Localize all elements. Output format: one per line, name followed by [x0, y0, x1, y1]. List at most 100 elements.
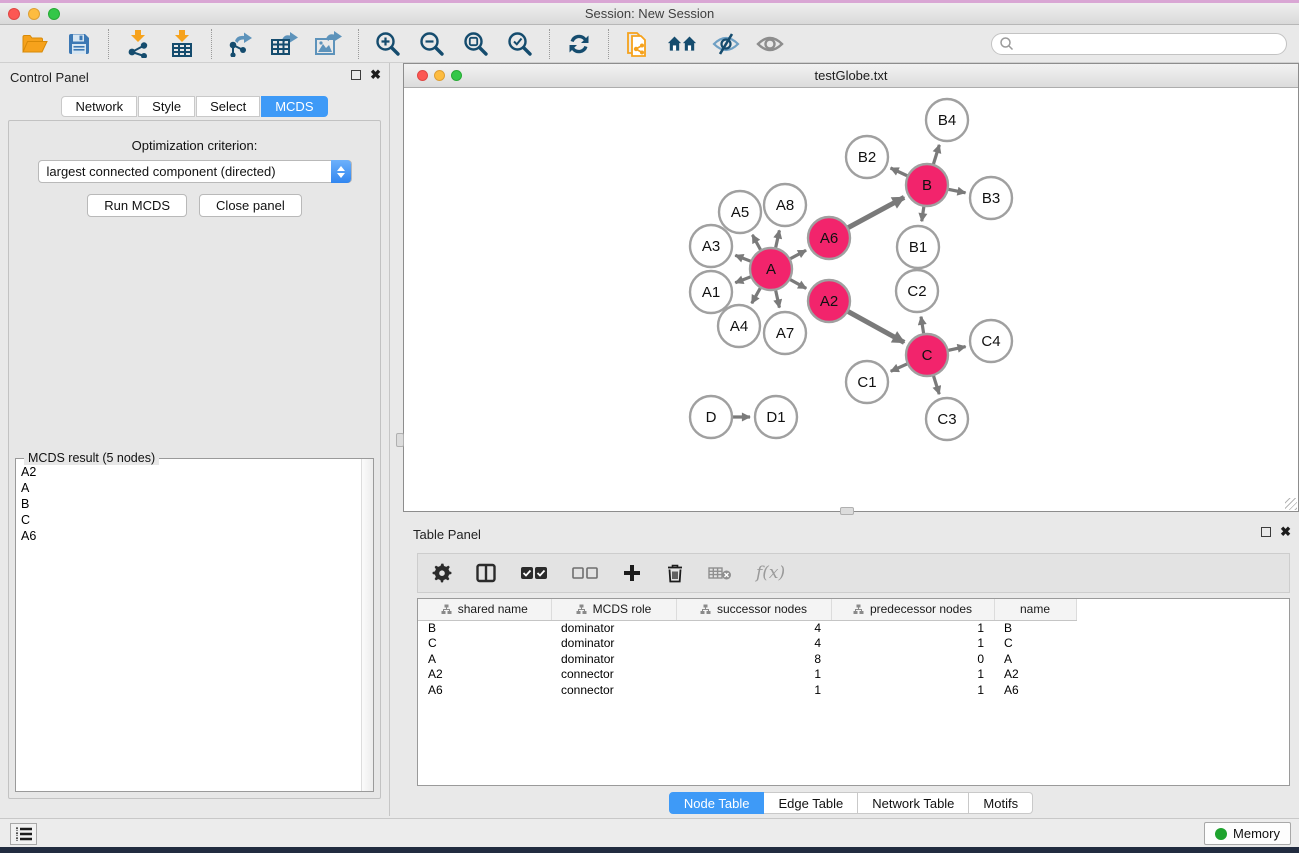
zoom-in-icon[interactable]: [373, 29, 403, 59]
memory-button[interactable]: Memory: [1204, 822, 1291, 845]
zoom-out-icon[interactable]: [417, 29, 447, 59]
optimization-criterion-select[interactable]: largest connected component (directed): [38, 160, 352, 183]
horizontal-splitter-handle[interactable]: [840, 507, 854, 515]
network-canvas[interactable]: B4B2BB3A8A5A6A3B1AA1C2A2A4A7C4CC1C3DD1: [404, 88, 1298, 511]
column-header-predecessor-nodes[interactable]: predecessor nodes: [831, 599, 994, 620]
show-all-icon[interactable]: [755, 29, 785, 59]
cell-predecessor-nodes[interactable]: 1: [831, 620, 994, 636]
tab-node-table[interactable]: Node Table: [669, 792, 765, 814]
node-B[interactable]: B: [906, 164, 948, 206]
cell-successor-nodes[interactable]: 1: [676, 667, 831, 683]
cell-predecessor-nodes[interactable]: 1: [831, 682, 994, 698]
table-row[interactable]: A6connector11A6: [418, 682, 1096, 698]
window-resize-handle[interactable]: [1285, 498, 1297, 510]
cell-predecessor-nodes[interactable]: 1: [831, 667, 994, 683]
cell-MCDS-role[interactable]: dominator: [551, 651, 676, 667]
cell-predecessor-nodes[interactable]: 1: [831, 636, 994, 652]
zoom-fit-icon[interactable]: [461, 29, 491, 59]
table-row[interactable]: Bdominator41B: [418, 620, 1096, 636]
column-header-shared-name[interactable]: shared name: [418, 599, 551, 620]
node-A4[interactable]: A4: [718, 305, 760, 347]
node-table[interactable]: shared nameMCDS rolesuccessor nodesprede…: [417, 598, 1290, 786]
tab-style[interactable]: Style: [138, 96, 195, 117]
select-all-icon[interactable]: [520, 566, 548, 580]
tab-motifs[interactable]: Motifs: [969, 792, 1033, 814]
export-network-icon[interactable]: [226, 29, 256, 59]
cell-shared-name[interactable]: A2: [418, 667, 551, 683]
node-C2[interactable]: C2: [896, 270, 938, 312]
node-A1[interactable]: A1: [690, 271, 732, 313]
delete-icon[interactable]: [666, 563, 684, 583]
table-row[interactable]: Cdominator41C: [418, 636, 1096, 652]
cell-predecessor-nodes[interactable]: 0: [831, 651, 994, 667]
node-C[interactable]: C: [906, 334, 948, 376]
tab-network[interactable]: Network: [61, 96, 137, 117]
mcds-result-item[interactable]: B: [21, 496, 360, 512]
node-A2[interactable]: A2: [808, 280, 850, 322]
node-D[interactable]: D: [690, 396, 732, 438]
task-history-button[interactable]: [10, 823, 37, 845]
cell-MCDS-role[interactable]: dominator: [551, 636, 676, 652]
tab-network-table[interactable]: Network Table: [858, 792, 969, 814]
mcds-result-item[interactable]: A: [21, 480, 360, 496]
cell-successor-nodes[interactable]: 4: [676, 636, 831, 652]
node-B3[interactable]: B3: [970, 177, 1012, 219]
cell-successor-nodes[interactable]: 8: [676, 651, 831, 667]
export-image-icon[interactable]: [314, 29, 344, 59]
cell-shared-name[interactable]: A: [418, 651, 551, 667]
column-layout-icon[interactable]: [476, 563, 496, 583]
search-input[interactable]: [991, 33, 1287, 55]
cell-name[interactable]: B: [994, 620, 1076, 636]
close-panel-button[interactable]: Close panel: [199, 194, 302, 217]
cell-name[interactable]: A6: [994, 682, 1076, 698]
import-table-icon[interactable]: [167, 29, 197, 59]
table-row[interactable]: A2connector11A2: [418, 667, 1096, 683]
float-table-panel-icon[interactable]: [1261, 527, 1271, 537]
mcds-result-item[interactable]: A2: [21, 464, 360, 480]
node-C4[interactable]: C4: [970, 320, 1012, 362]
node-A6[interactable]: A6: [808, 217, 850, 259]
tab-edge-table[interactable]: Edge Table: [764, 792, 858, 814]
column-header-name[interactable]: name: [994, 599, 1076, 620]
cell-successor-nodes[interactable]: 1: [676, 682, 831, 698]
hide-selected-icon[interactable]: [711, 29, 741, 59]
first-neighbors-icon[interactable]: [667, 29, 697, 59]
save-session-icon[interactable]: [64, 29, 94, 59]
node-D1[interactable]: D1: [755, 396, 797, 438]
cell-name[interactable]: C: [994, 636, 1076, 652]
cell-name[interactable]: A: [994, 651, 1076, 667]
cell-MCDS-role[interactable]: connector: [551, 682, 676, 698]
node-A5[interactable]: A5: [719, 191, 761, 233]
cell-shared-name[interactable]: A6: [418, 682, 551, 698]
run-mcds-button[interactable]: Run MCDS: [87, 194, 187, 217]
node-B1[interactable]: B1: [897, 226, 939, 268]
mcds-result-item[interactable]: C: [21, 512, 360, 528]
node-A3[interactable]: A3: [690, 225, 732, 267]
function-builder-icon[interactable]: f(x): [756, 563, 785, 583]
open-file-icon[interactable]: [20, 29, 50, 59]
node-A8[interactable]: A8: [764, 184, 806, 226]
close-panel-icon[interactable]: ✖: [370, 70, 381, 80]
cell-shared-name[interactable]: B: [418, 620, 551, 636]
close-table-panel-icon[interactable]: ✖: [1280, 527, 1291, 537]
export-table-icon[interactable]: [270, 29, 300, 59]
cell-MCDS-role[interactable]: connector: [551, 667, 676, 683]
table-row[interactable]: Adominator80A: [418, 651, 1096, 667]
tab-mcds[interactable]: MCDS: [261, 96, 327, 117]
network-window-titlebar[interactable]: testGlobe.txt: [404, 64, 1298, 88]
cell-name[interactable]: A2: [994, 667, 1076, 683]
cell-MCDS-role[interactable]: dominator: [551, 620, 676, 636]
column-header-successor-nodes[interactable]: successor nodes: [676, 599, 831, 620]
node-C1[interactable]: C1: [846, 361, 888, 403]
mcds-result-item[interactable]: A6: [21, 528, 360, 544]
node-A7[interactable]: A7: [764, 312, 806, 354]
deselect-all-icon[interactable]: [572, 567, 598, 579]
column-header-MCDS-role[interactable]: MCDS role: [551, 599, 676, 620]
gear-icon[interactable]: [432, 563, 452, 583]
delete-table-icon[interactable]: [708, 565, 732, 581]
mcds-list-scrollbar[interactable]: [361, 459, 373, 791]
cell-successor-nodes[interactable]: 4: [676, 620, 831, 636]
node-B4[interactable]: B4: [926, 99, 968, 141]
node-A[interactable]: A: [750, 248, 792, 290]
zoom-selected-icon[interactable]: [505, 29, 535, 59]
